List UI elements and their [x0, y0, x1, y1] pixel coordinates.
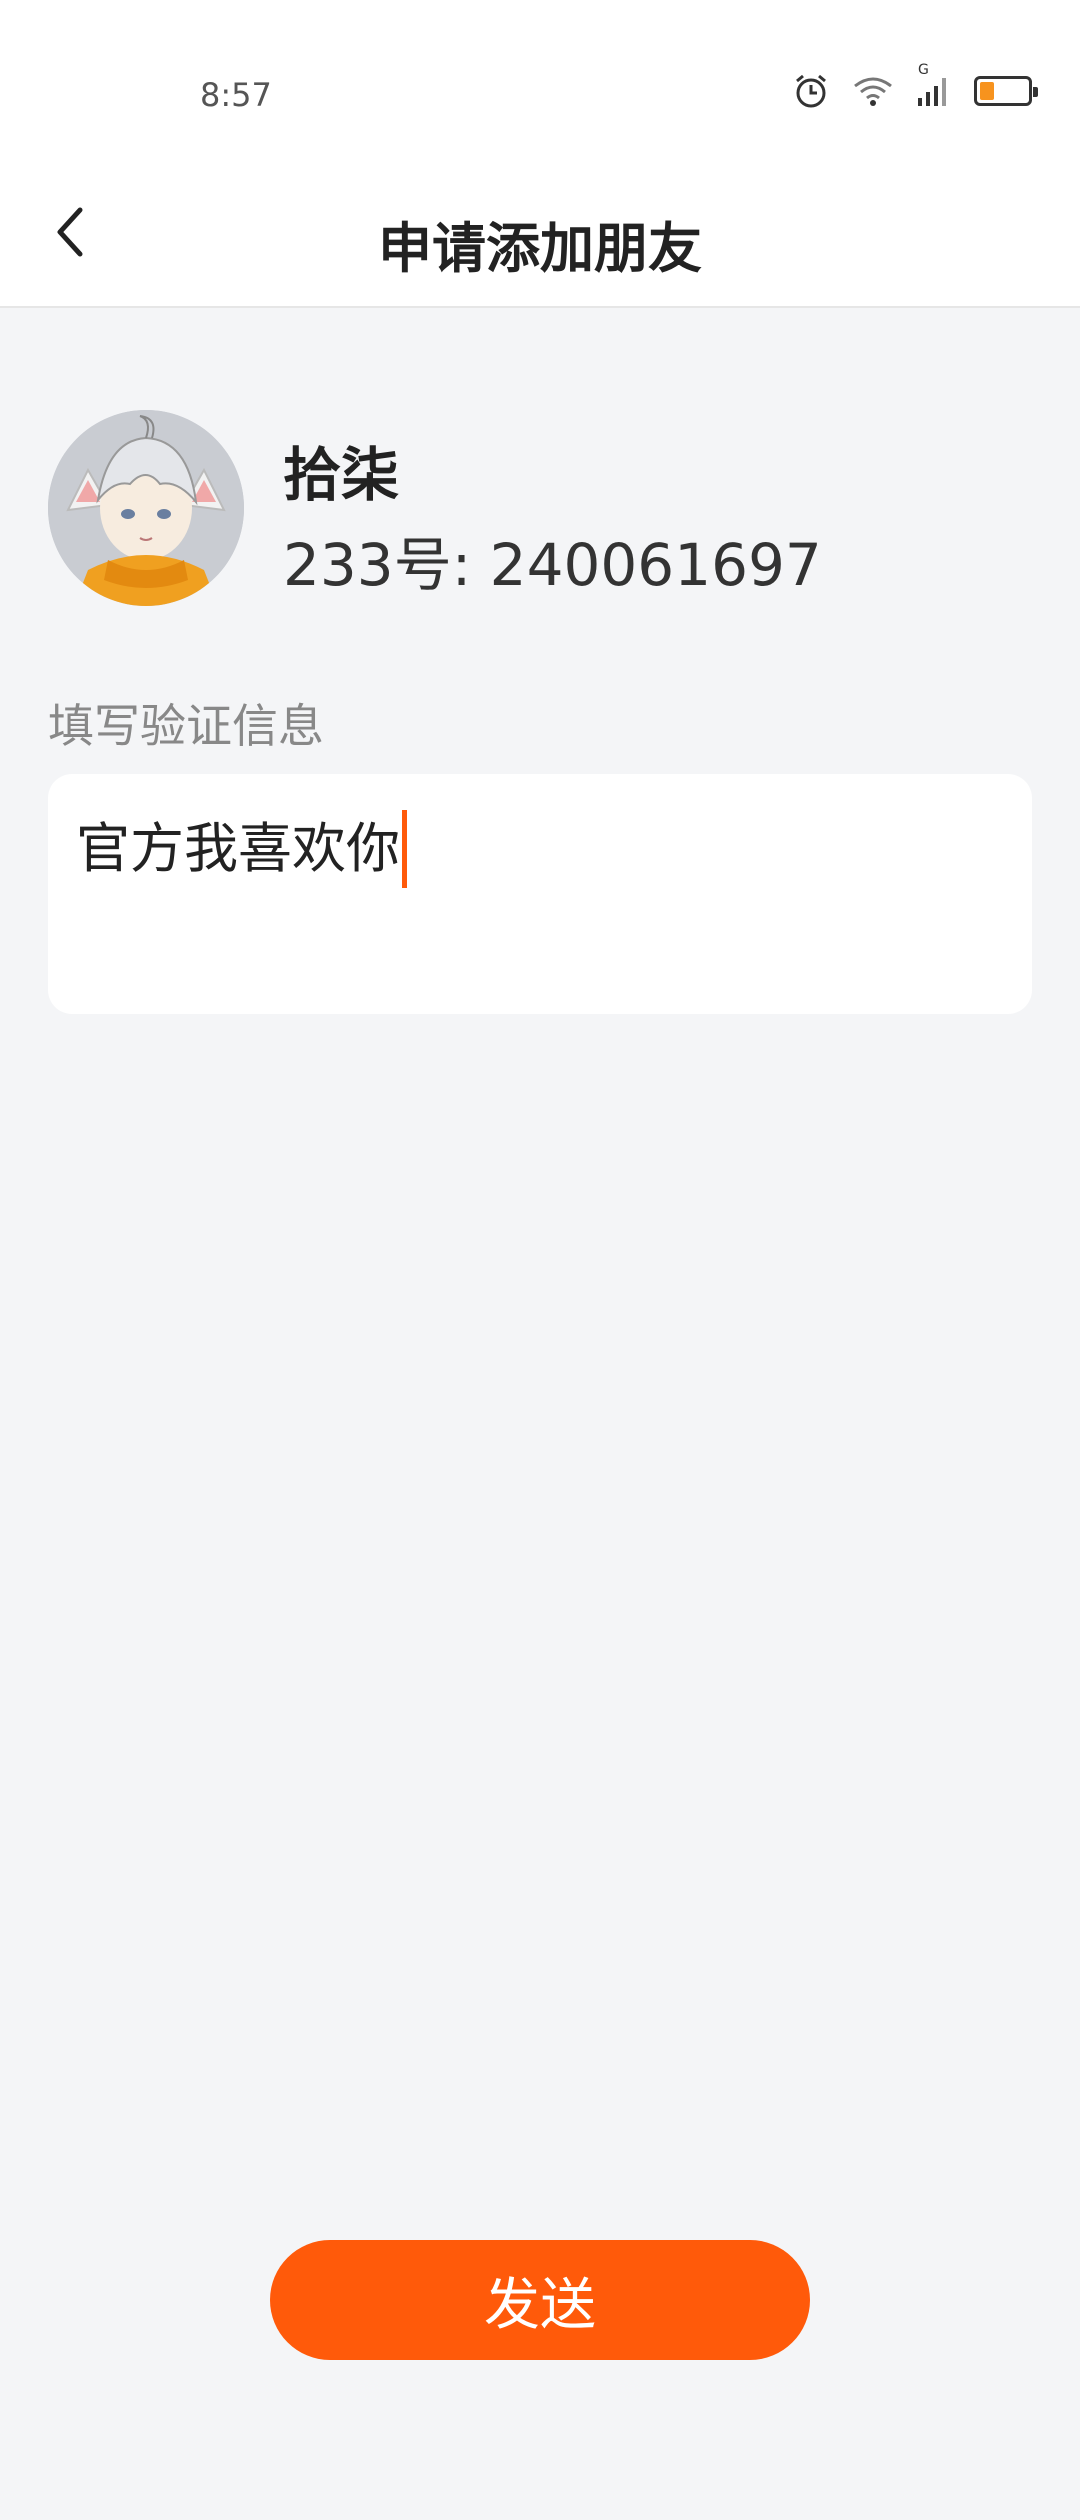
verification-label: 填写验证信息 — [48, 699, 324, 753]
screen: 8:57 G 申请添加朋友 拾柒 233号: 240061697 填写验证信息 … — [0, 0, 1080, 2520]
send-button[interactable]: 发送 — [270, 2240, 810, 2360]
signal-type-label: G — [918, 62, 929, 78]
profile-id: 233号: 240061697 — [283, 531, 822, 599]
battery-icon — [974, 76, 1038, 106]
text-caret — [402, 810, 407, 888]
status-bar: 8:57 G — [0, 0, 1080, 160]
verification-input-text: 官方我喜欢你 — [76, 817, 400, 880]
verification-input[interactable]: 官方我喜欢你 — [48, 774, 1032, 1014]
wifi-icon — [852, 74, 894, 108]
status-icons: G — [792, 62, 1038, 110]
profile-name: 拾柒 — [283, 441, 400, 509]
cell-signal-icon: G — [916, 62, 952, 108]
app-bar: 申请添加朋友 — [0, 160, 1080, 308]
status-time: 8:57 — [200, 76, 272, 114]
battery-fill — [980, 82, 994, 100]
avatar[interactable] — [48, 410, 244, 606]
page-title: 申请添加朋友 — [378, 217, 702, 280]
alarm-icon — [792, 72, 830, 110]
